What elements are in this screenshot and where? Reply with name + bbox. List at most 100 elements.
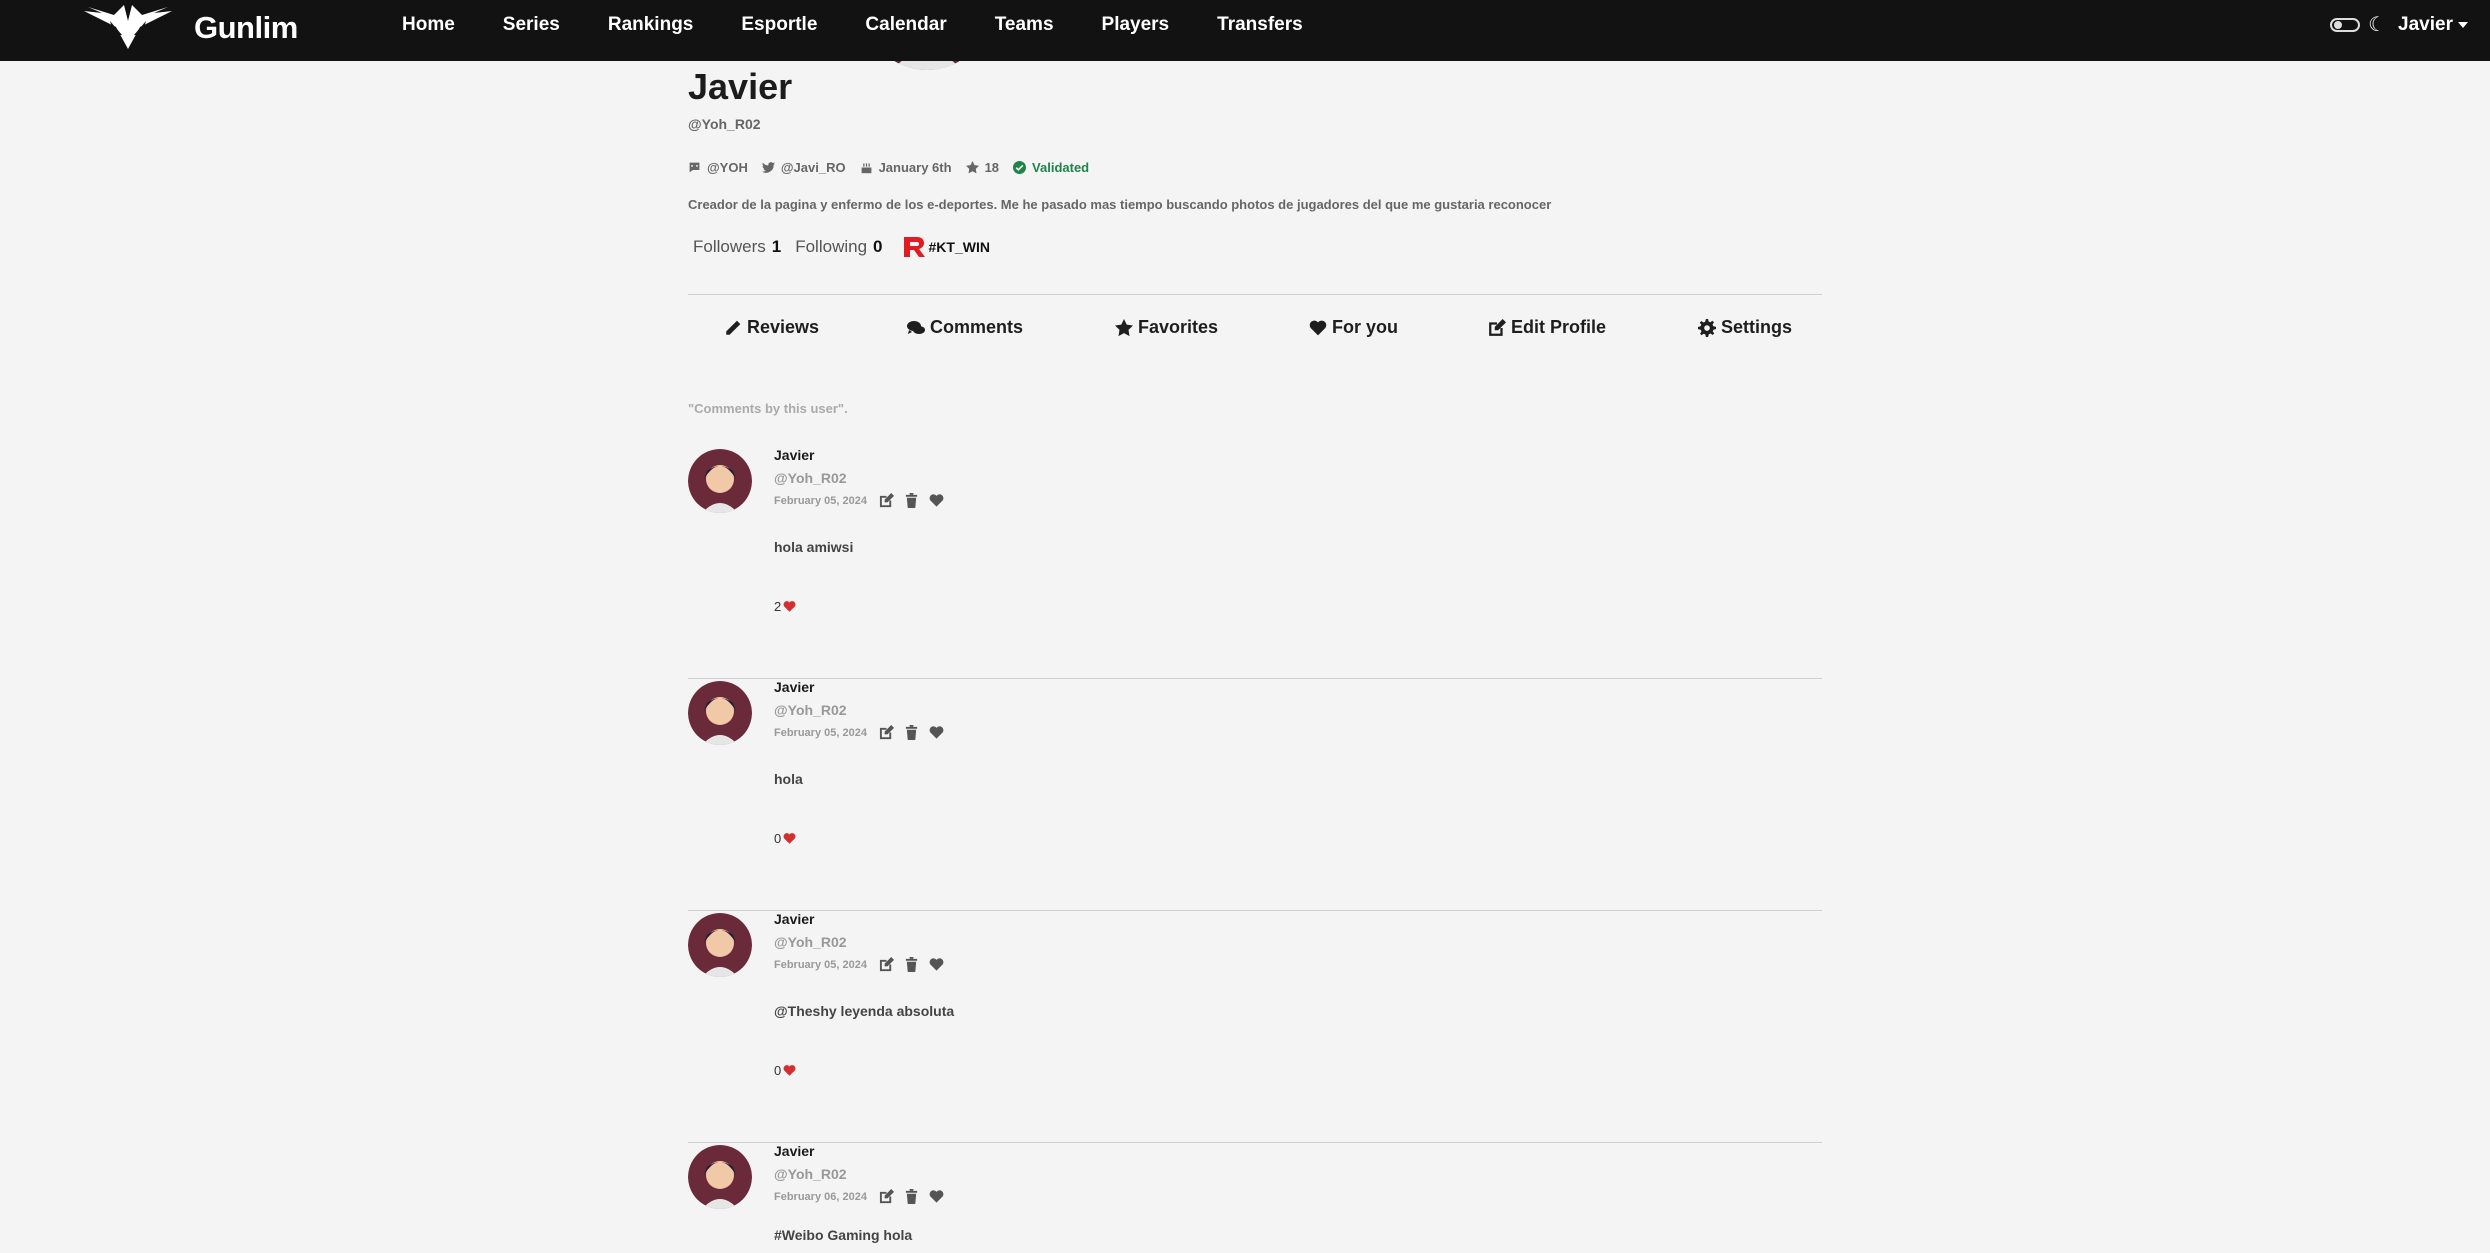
birthday-text: January 6th — [878, 160, 952, 175]
comment-author[interactable]: Javier — [774, 679, 954, 695]
comment-meta: February 05, 2024 — [774, 957, 954, 973]
team-tag-text: #KT_WIN — [928, 239, 990, 255]
twitter-icon — [761, 162, 775, 173]
comment-meta: February 06, 2024 — [774, 1189, 954, 1205]
tab-reviews-label: Reviews — [747, 317, 820, 337]
team-logo-icon — [903, 237, 925, 257]
nav-calendar[interactable]: Calendar — [865, 14, 946, 36]
profile-tabs: Reviews Comments Favorites For you Edit … — [688, 294, 1822, 337]
nav-rankings[interactable]: Rankings — [608, 14, 694, 36]
nav-home[interactable]: Home — [402, 14, 455, 36]
tab-settings[interactable]: Settings — [1698, 317, 1792, 338]
avatar[interactable] — [688, 1145, 752, 1209]
heart-icon[interactable] — [929, 957, 945, 973]
profile-meta: @YOH @Javi_RO January 6th 18 Validated — [688, 160, 1822, 175]
star-icon — [965, 161, 979, 174]
edit-icon — [1489, 318, 1506, 336]
followers-label[interactable]: Followers — [693, 237, 766, 257]
brand-name: Gunlim — [194, 10, 298, 45]
heart-icon[interactable] — [929, 1189, 945, 1205]
following-label[interactable]: Following — [795, 237, 867, 257]
heart-icon — [783, 833, 796, 844]
nav-series[interactable]: Series — [503, 14, 560, 36]
comment-item: Javier @Yoh_R02 February 06, 2024 #Weibo… — [688, 1143, 1822, 1253]
comment-text: hola amiwsi — [774, 539, 854, 555]
tab-favorites[interactable]: Favorites — [1115, 317, 1218, 338]
comment-date: February 05, 2024 — [774, 495, 867, 507]
heart-icon — [1309, 320, 1327, 335]
edit-icon[interactable] — [879, 957, 895, 973]
followers-count[interactable]: 1 — [772, 237, 781, 257]
edit-icon[interactable] — [879, 725, 895, 741]
comment-text: hola — [774, 771, 803, 787]
caret-down-icon — [2458, 21, 2468, 28]
likes-count: 0 — [774, 831, 782, 846]
avatar[interactable] — [688, 449, 752, 513]
trash-icon[interactable] — [904, 957, 920, 973]
trash-icon[interactable] — [904, 493, 920, 509]
comment-likes: 0 — [774, 831, 796, 846]
comment-text: @Theshy leyenda absoluta — [774, 1003, 955, 1019]
tab-comments-label: Comments — [930, 317, 1024, 337]
avatar[interactable] — [688, 913, 752, 977]
nav-esportle[interactable]: Esportle — [741, 14, 817, 36]
comment-body: Javier @Yoh_R02 February 05, 2024 hola — [774, 679, 954, 787]
comment-handle: @Yoh_R02 — [774, 470, 847, 486]
nav-transfers[interactable]: Transfers — [1217, 14, 1303, 36]
nav-players[interactable]: Players — [1102, 14, 1170, 36]
tab-comments[interactable]: Comments — [907, 317, 1023, 338]
nav-menu: Home Series Rankings Esportle Calendar T… — [402, 14, 1351, 36]
avatar[interactable] — [688, 681, 752, 745]
section-title: "Comments by this user". — [688, 401, 848, 416]
brand-logo-icon — [84, 5, 172, 49]
comment-author[interactable]: Javier — [774, 447, 954, 463]
trash-icon[interactable] — [904, 1189, 920, 1205]
edit-icon[interactable] — [879, 1189, 895, 1205]
follow-stats: Followers 1 Following 0 #KT_WIN — [688, 234, 1822, 260]
following-count[interactable]: 0 — [873, 237, 882, 257]
comment-author[interactable]: Javier — [774, 911, 954, 927]
heart-icon[interactable] — [929, 493, 945, 509]
tab-reviews[interactable]: Reviews — [724, 317, 819, 338]
tab-edit-profile-label: Edit Profile — [1511, 317, 1607, 337]
comment-item: Javier @Yoh_R02 February 05, 2024 hola 0 — [688, 679, 1822, 911]
discord-item[interactable]: @YOH — [688, 160, 748, 175]
comment-date: February 06, 2024 — [774, 1191, 867, 1203]
tab-edit-profile[interactable]: Edit Profile — [1488, 317, 1606, 338]
tab-settings-label: Settings — [1721, 317, 1793, 337]
heart-icon[interactable] — [929, 725, 945, 741]
comment-text: #Weibo Gaming hola — [774, 1227, 913, 1243]
tab-for-you[interactable]: For you — [1309, 317, 1398, 338]
validated-text: Validated — [1032, 160, 1090, 175]
star-icon — [1115, 318, 1133, 336]
comment-item: Javier @Yoh_R02 February 05, 2024 @Thesh… — [688, 911, 1822, 1143]
theme-toggle[interactable] — [2330, 18, 2361, 32]
stars-count: 18 — [984, 160, 1000, 175]
tab-favorites-label: Favorites — [1138, 317, 1219, 337]
user-dropdown[interactable]: Javier — [2398, 14, 2468, 36]
pencil-icon — [726, 320, 741, 335]
nav-teams[interactable]: Teams — [995, 14, 1054, 36]
trash-icon[interactable] — [904, 725, 920, 741]
favorite-team[interactable]: #KT_WIN — [901, 234, 990, 260]
comment-date: February 05, 2024 — [774, 727, 867, 739]
comment-author[interactable]: Javier — [774, 1143, 954, 1159]
discord-handle: @YOH — [707, 160, 748, 175]
profile-name: Javier — [688, 66, 793, 107]
moon-icon: ☾ — [2368, 14, 2387, 36]
twitter-handle: @Javi_RO — [780, 160, 846, 175]
likes-count: 2 — [774, 599, 782, 614]
comment-handle: @Yoh_R02 — [774, 702, 847, 718]
cake-icon — [861, 163, 871, 174]
twitter-item[interactable]: @Javi_RO — [761, 160, 846, 175]
birthday-item: January 6th — [860, 160, 952, 175]
comment-body: Javier @Yoh_R02 February 06, 2024 #Weibo… — [774, 1143, 954, 1243]
profile-header: Javier @Yoh_R02 @YOH @Javi_RO January 6t… — [688, 62, 1822, 260]
validated-badge: Validated — [1013, 160, 1089, 175]
comment-handle: @Yoh_R02 — [774, 1166, 847, 1182]
top-navbar: Gunlim Home Series Rankings Esportle Cal… — [0, 0, 2490, 61]
comment-body: Javier @Yoh_R02 February 05, 2024 hola a… — [774, 447, 954, 555]
user-dropdown-label: Javier — [2398, 14, 2453, 35]
edit-icon[interactable] — [879, 493, 895, 509]
brand[interactable]: Gunlim — [80, 5, 298, 51]
